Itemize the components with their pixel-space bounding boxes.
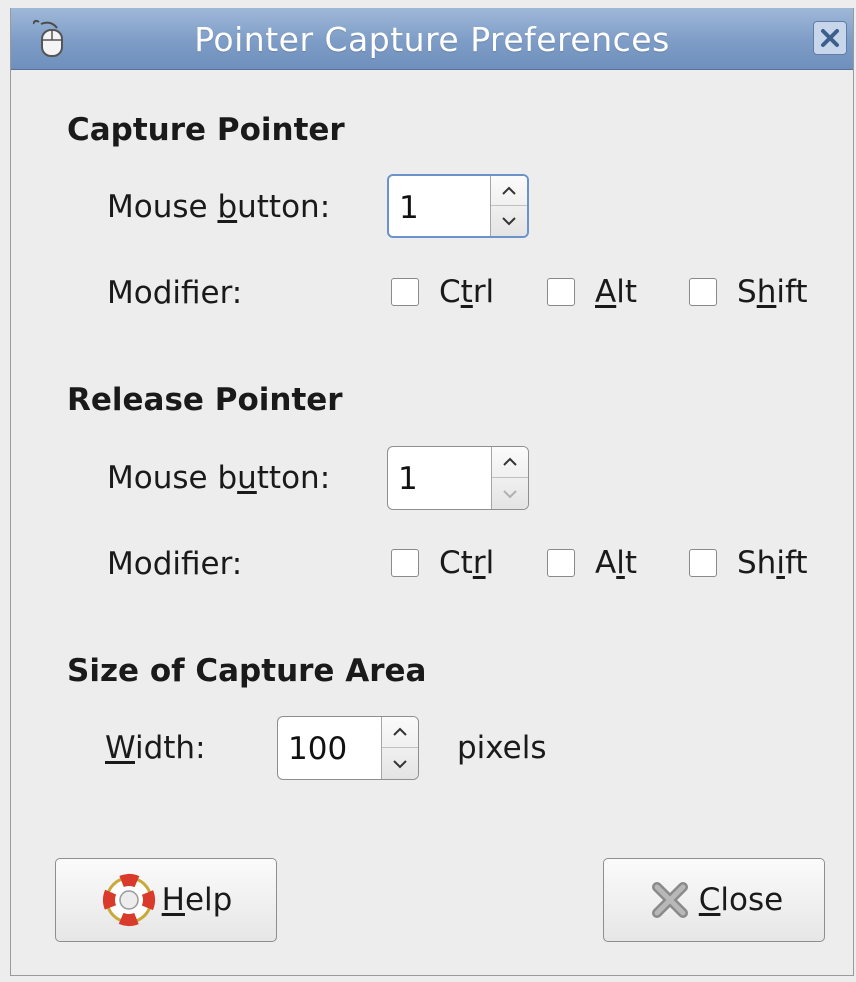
close-button-label: Close	[699, 882, 783, 918]
mnemonic: W	[105, 730, 135, 766]
checkbox-box[interactable]	[391, 549, 419, 577]
checkbox-label[interactable]: Alt	[595, 545, 637, 581]
spinner-buttons	[490, 176, 527, 236]
checkbox-box[interactable]	[547, 278, 575, 306]
label-part: Ct	[439, 545, 473, 581]
chevron-down-icon	[503, 489, 517, 498]
capture-alt-checkbox[interactable]: Alt	[547, 274, 637, 310]
width-spinner[interactable]: 100	[277, 716, 419, 780]
label-part: Mouse b	[107, 460, 238, 496]
release-mouse-button-spinner[interactable]: 1	[387, 446, 529, 510]
spin-down-button[interactable]	[491, 206, 527, 236]
preferences-dialog: Pointer Capture Preferences Capture Poin…	[10, 8, 854, 976]
mnemonic: t	[460, 274, 473, 310]
release-pointer-heading: Release Pointer	[67, 382, 343, 418]
label-part: ift	[776, 274, 808, 310]
capture-mouse-button-value[interactable]: 1	[399, 190, 419, 226]
spinner-buttons	[491, 447, 528, 509]
release-ctrl-checkbox[interactable]: Ctrl	[391, 545, 494, 581]
capture-shift-checkbox[interactable]: Shift	[689, 274, 807, 310]
width-label: Width:	[105, 730, 206, 766]
spin-up-button[interactable]	[382, 717, 418, 748]
checkbox-box[interactable]	[689, 278, 717, 306]
label-part: t	[624, 545, 637, 581]
label-part: lt	[616, 274, 637, 310]
chevron-up-icon	[502, 186, 516, 195]
spin-down-button[interactable]	[382, 748, 418, 779]
release-shift-checkbox[interactable]: Shift	[689, 545, 807, 581]
close-x-icon	[821, 29, 839, 47]
width-unit-label: pixels	[457, 730, 547, 766]
label-part: rl	[472, 274, 495, 310]
label-part: elp	[184, 882, 233, 918]
capture-modifier-label: Modifier:	[107, 275, 243, 311]
label-part: S	[737, 274, 757, 310]
mnemonic: i	[776, 545, 785, 581]
release-modifier-label: Modifier:	[107, 546, 243, 582]
mnemonic: r	[472, 545, 486, 581]
spin-down-button[interactable]	[492, 478, 528, 509]
mnemonic: A	[595, 274, 617, 310]
checkbox-label[interactable]: Ctrl	[439, 545, 494, 581]
label-part: l	[485, 545, 495, 581]
help-button[interactable]: Help	[55, 858, 277, 942]
capture-pointer-heading: Capture Pointer	[67, 112, 345, 148]
mnemonic: C	[698, 882, 721, 918]
mnemonic: H	[161, 882, 185, 918]
spin-up-button[interactable]	[491, 176, 527, 206]
window-title: Pointer Capture Preferences	[194, 20, 670, 59]
help-button-label: Help	[162, 882, 233, 918]
release-alt-checkbox[interactable]: Alt	[547, 545, 637, 581]
mnemonic: u	[237, 460, 257, 496]
chevron-up-icon	[503, 457, 517, 466]
label-part: A	[595, 545, 617, 581]
capture-area-heading: Size of Capture Area	[67, 653, 427, 689]
mnemonic: h	[756, 274, 777, 310]
capture-ctrl-checkbox[interactable]: Ctrl	[391, 274, 494, 310]
width-value[interactable]: 100	[288, 731, 347, 767]
spinner-buttons	[381, 717, 418, 779]
label-part: lose	[720, 882, 784, 918]
label-part: C	[439, 274, 461, 310]
checkbox-label[interactable]: Ctrl	[439, 274, 494, 310]
chevron-down-icon	[393, 759, 407, 768]
label-part: Sh	[737, 545, 777, 581]
capture-mouse-button-spinner[interactable]: 1	[387, 174, 529, 238]
label-part: tton:	[256, 460, 331, 496]
close-x-icon	[651, 882, 688, 918]
lifebuoy-icon	[102, 874, 155, 926]
chevron-up-icon	[393, 727, 407, 736]
title-bar[interactable]: Pointer Capture Preferences	[11, 8, 853, 70]
capture-mouse-button-label: Mouse button:	[107, 189, 330, 225]
close-button[interactable]: Close	[603, 858, 825, 942]
label-part: Mouse	[107, 189, 218, 225]
checkbox-box[interactable]	[547, 549, 575, 577]
label-part: ft	[784, 545, 808, 581]
window-close-button[interactable]	[813, 21, 847, 55]
mouse-icon	[32, 18, 69, 58]
release-mouse-button-label: Mouse button:	[107, 460, 330, 496]
checkbox-label[interactable]: Alt	[595, 274, 637, 310]
checkbox-label[interactable]: Shift	[737, 274, 807, 310]
mnemonic: b	[217, 189, 238, 225]
spin-up-button[interactable]	[492, 447, 528, 478]
mnemonic: l	[616, 545, 625, 581]
label-part: utton:	[237, 189, 331, 225]
label-part: idth:	[134, 730, 206, 766]
checkbox-box[interactable]	[391, 278, 419, 306]
release-mouse-button-value[interactable]: 1	[398, 461, 418, 497]
checkbox-box[interactable]	[689, 549, 717, 577]
chevron-down-icon	[502, 217, 516, 226]
checkbox-label[interactable]: Shift	[737, 545, 807, 581]
